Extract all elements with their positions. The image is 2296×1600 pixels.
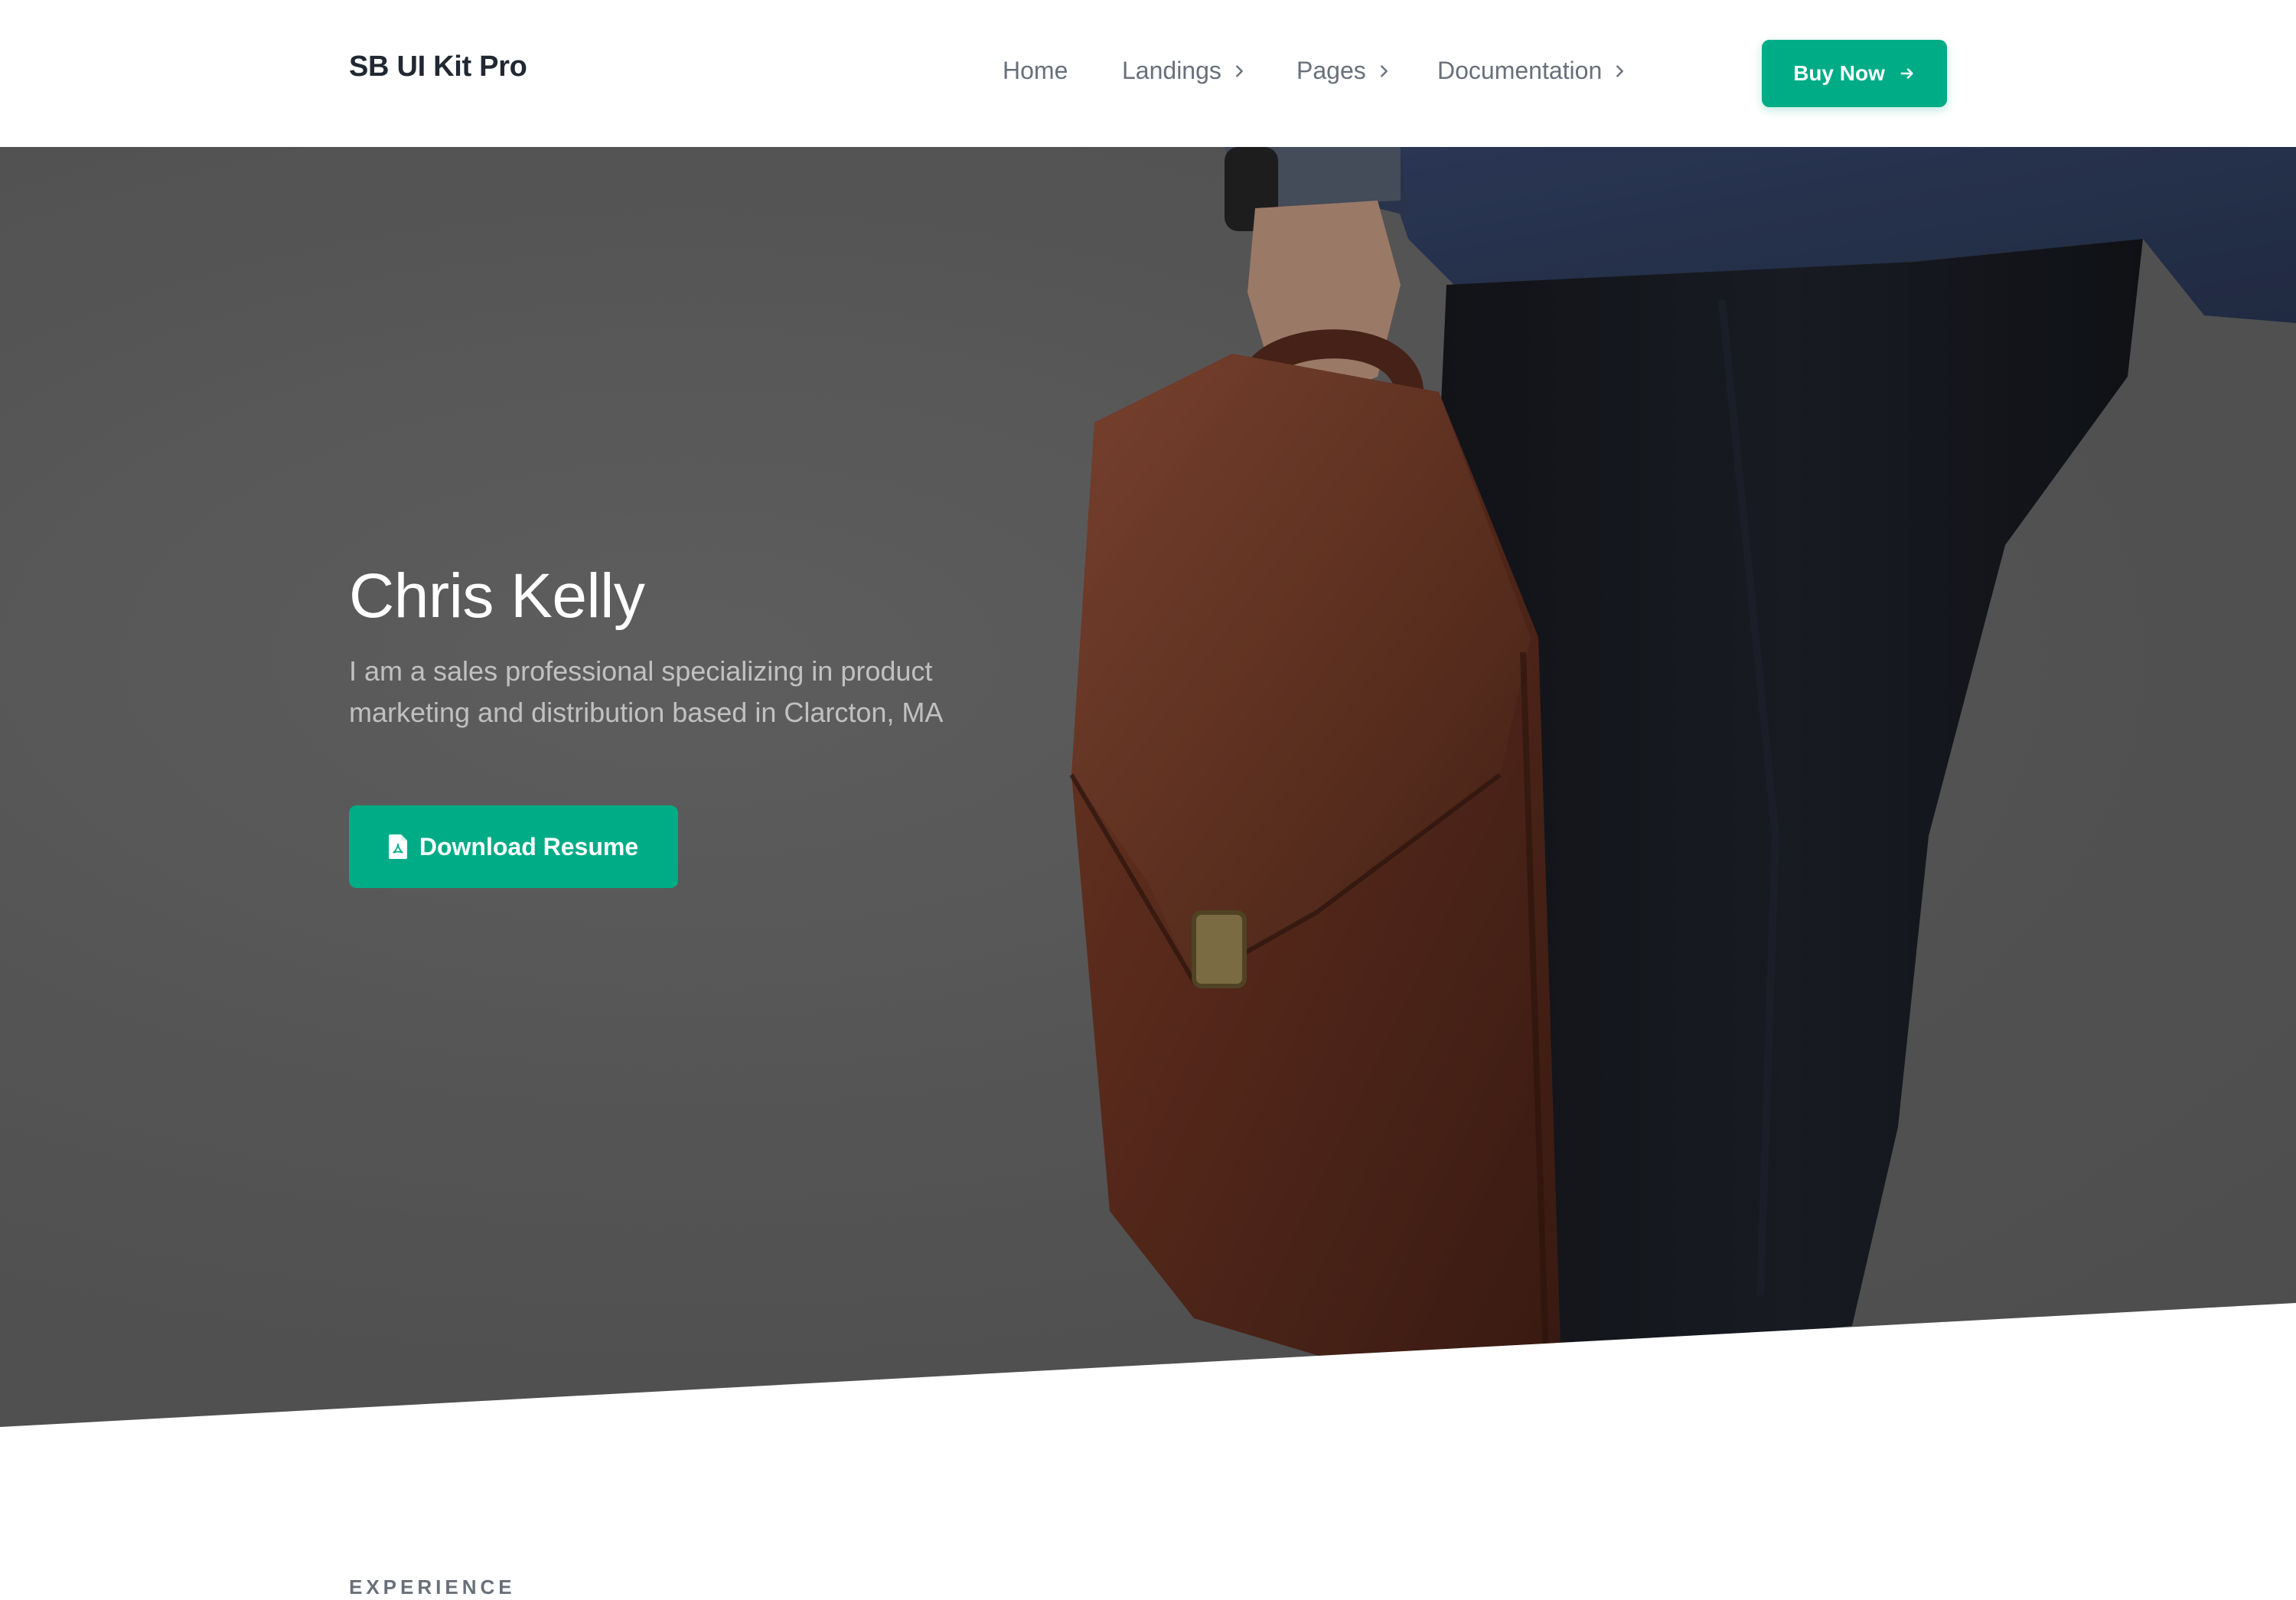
chevron-right-icon xyxy=(1235,64,1243,77)
chevron-right-icon xyxy=(1616,64,1624,77)
hero-subtitle: I am a sales professional specializing i… xyxy=(349,655,944,728)
nav-item-documentation[interactable]: Documentation xyxy=(1437,57,1628,85)
buy-now-label: Buy Now xyxy=(1793,61,1885,85)
download-resume-button[interactable]: Download Resume xyxy=(349,805,678,888)
top-navbar: SB UI Kit Pro Home Landings Pages Docume… xyxy=(0,0,2296,147)
chevron-right-icon xyxy=(1380,64,1388,77)
brand-logo[interactable]: SB UI Kit Pro xyxy=(349,51,527,83)
nav-item-label: Landings xyxy=(1122,57,1221,84)
hero-title: Chris Kelly xyxy=(349,561,645,631)
nav-item-landings[interactable]: Landings xyxy=(1122,57,1247,85)
file-pdf-icon xyxy=(388,834,407,859)
nav-item-label: Documentation xyxy=(1437,57,1603,84)
nav-item-home[interactable]: Home xyxy=(1003,57,1068,85)
nav-item-pages[interactable]: Pages xyxy=(1296,57,1392,85)
nav-item-label: Home xyxy=(1003,57,1068,84)
section-heading-experience: EXPERIENCE xyxy=(349,1576,516,1598)
nav-item-label: Pages xyxy=(1296,57,1366,84)
buy-now-button[interactable]: Buy Now xyxy=(1762,40,1947,107)
hero-section: Chris Kelly I am a sales professional sp… xyxy=(0,147,2296,1427)
download-resume-label: Download Resume xyxy=(419,832,639,860)
hero-angled-divider xyxy=(0,1303,2296,1427)
arrow-right-icon xyxy=(1900,68,1913,79)
